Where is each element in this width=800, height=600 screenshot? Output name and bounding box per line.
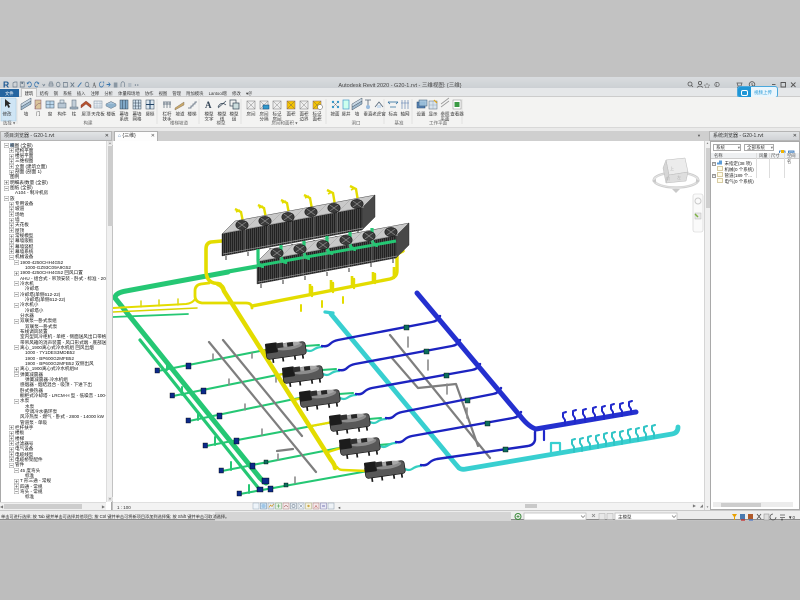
svg-text:▼0: ▼0	[788, 515, 795, 520]
svg-text:系统: 系统	[120, 116, 129, 123]
svg-text:洞口: 洞口	[352, 120, 361, 127]
svg-text:面积: 面积	[287, 111, 296, 118]
svg-text:门: 门	[36, 111, 41, 118]
svg-text:线: 线	[220, 116, 225, 122]
svg-text:显示: 显示	[429, 112, 438, 117]
svg-text:楼梯: 楼梯	[188, 111, 197, 118]
svg-text:窗: 窗	[48, 111, 53, 118]
svg-text:楼梯坡道: 楼梯坡道	[170, 120, 188, 127]
svg-text:标高: 标高	[389, 111, 398, 118]
svg-text:前: 前	[666, 175, 670, 181]
svg-text:构件: 构件	[58, 111, 67, 118]
svg-text:主模型: 主模型	[618, 514, 632, 521]
svg-text:墙: 墙	[24, 111, 29, 118]
svg-text:左: 左	[677, 174, 681, 180]
svg-text:面积: 面积	[313, 116, 322, 123]
svg-text:网格: 网格	[133, 116, 142, 123]
svg-text:组: 组	[232, 116, 237, 122]
svg-text:老虎窗: 老虎窗	[372, 111, 386, 118]
svg-text:扶手: 扶手	[163, 116, 172, 123]
svg-text:边界: 边界	[300, 116, 309, 123]
svg-text:修改: 修改	[3, 111, 12, 118]
svg-text:房间: 房间	[247, 111, 256, 118]
svg-text:分隔: 分隔	[260, 116, 269, 123]
svg-text:天花板: 天花板	[91, 111, 105, 118]
svg-text:1 : 100: 1 : 100	[117, 505, 131, 510]
svg-text:设置: 设置	[417, 111, 426, 118]
svg-text:A: A	[205, 100, 212, 110]
svg-text:按面: 按面	[331, 111, 340, 118]
svg-text:墙: 墙	[355, 111, 360, 118]
svg-text:坡道: 坡道	[176, 111, 185, 118]
svg-text:竖井: 竖井	[342, 111, 351, 118]
svg-text:◂: ◂	[338, 505, 341, 510]
svg-text:柱: 柱	[72, 111, 77, 118]
svg-text:轴网: 轴网	[401, 111, 410, 118]
svg-text:基准: 基准	[395, 120, 404, 127]
svg-text:房间: 房间	[273, 116, 282, 123]
svg-text:上: 上	[670, 165, 674, 171]
svg-text:选择 ▾: 选择 ▾	[3, 120, 16, 127]
svg-text:查看器: 查看器	[450, 111, 464, 118]
svg-text:A: A	[315, 504, 318, 509]
svg-text:屋顶: 屋顶	[82, 112, 91, 118]
svg-text:文字: 文字	[205, 116, 214, 123]
svg-text:构建: 构建	[84, 120, 93, 127]
svg-text:楼板: 楼板	[107, 111, 116, 118]
svg-text:竖梃: 竖梃	[146, 111, 155, 118]
